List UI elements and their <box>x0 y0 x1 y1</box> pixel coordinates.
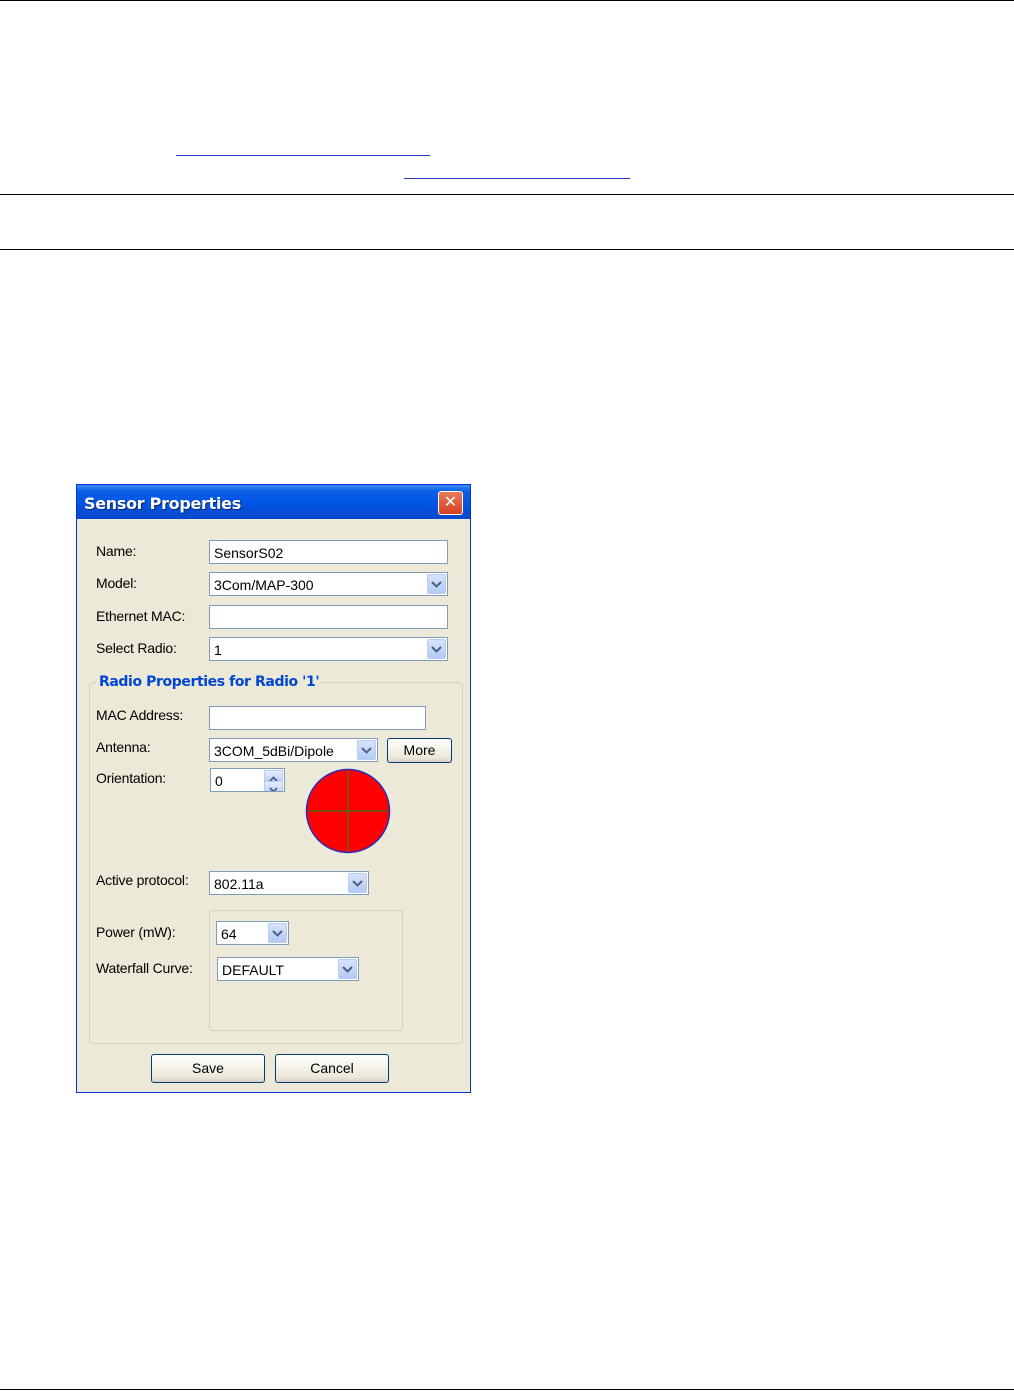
chevron-down-icon[interactable] <box>427 574 446 594</box>
name-value: SensorS02 <box>214 545 284 561</box>
select-radio-label: Select Radio: <box>96 640 177 656</box>
dialog-titlebar[interactable]: Sensor Properties ✕ <box>77 485 470 519</box>
chevron-down-icon[interactable] <box>427 639 446 659</box>
chevron-down-icon[interactable] <box>338 959 357 979</box>
orientation-value: 0 <box>215 773 223 789</box>
antenna-value: 3COM_5dBi/Dipole <box>214 743 334 759</box>
dialog-title: Sensor Properties <box>84 494 241 513</box>
waterfall-curve-value: DEFAULT <box>222 962 284 978</box>
chevron-down-icon[interactable] <box>348 873 367 893</box>
bottom-rule <box>0 1389 1014 1390</box>
active-protocol-label: Active protocol: <box>96 872 189 888</box>
model-select[interactable]: 3Com/MAP-300 <box>209 572 448 596</box>
orientation-label: Orientation: <box>96 770 166 786</box>
header-divider-rule <box>0 194 1014 195</box>
orientation-indicator-icon[interactable] <box>305 768 391 854</box>
active-protocol-select[interactable]: 802.11a <box>209 871 369 895</box>
link-underline-1[interactable] <box>176 155 430 156</box>
radio-properties-title: Radio Properties for Radio '1' <box>96 674 323 690</box>
name-input[interactable]: SensorS02 <box>209 540 448 564</box>
more-button-label: More <box>403 742 436 758</box>
cancel-button-label: Cancel <box>310 1060 354 1076</box>
model-value: 3Com/MAP-300 <box>214 577 314 593</box>
waterfall-curve-select[interactable]: DEFAULT <box>217 957 359 981</box>
select-radio-value: 1 <box>214 642 222 658</box>
mac-address-input[interactable] <box>209 706 426 730</box>
select-radio-select[interactable]: 1 <box>209 637 448 661</box>
cancel-button[interactable]: Cancel <box>275 1054 389 1083</box>
link-underline-2[interactable] <box>404 178 630 179</box>
power-label: Power (mW): <box>96 924 176 940</box>
caret-down-icon[interactable] <box>264 781 283 791</box>
ethernet-mac-label: Ethernet MAC: <box>96 608 186 624</box>
power-select[interactable]: 64 <box>216 921 289 945</box>
save-button-label: Save <box>192 1060 224 1076</box>
save-button[interactable]: Save <box>151 1054 265 1083</box>
chevron-down-icon[interactable] <box>357 740 376 760</box>
section-divider-rule <box>0 249 1014 250</box>
name-label: Name: <box>96 543 137 559</box>
mac-address-label: MAC Address: <box>96 707 184 723</box>
waterfall-curve-label: Waterfall Curve: <box>96 960 193 976</box>
power-value: 64 <box>221 926 237 942</box>
active-protocol-value: 802.11a <box>214 876 264 892</box>
top-rule <box>0 0 1014 1</box>
ethernet-mac-input[interactable] <box>209 605 448 629</box>
more-button[interactable]: More <box>387 738 452 763</box>
caret-up-icon[interactable] <box>264 770 283 782</box>
model-label: Model: <box>96 575 137 591</box>
close-icon: ✕ <box>443 492 458 511</box>
antenna-select[interactable]: 3COM_5dBi/Dipole <box>209 738 378 762</box>
spinner-buttons <box>264 770 283 791</box>
chevron-down-icon[interactable] <box>268 923 287 943</box>
orientation-spinner[interactable]: 0 <box>210 768 285 792</box>
antenna-label: Antenna: <box>96 739 151 755</box>
close-button[interactable]: ✕ <box>438 491 463 515</box>
